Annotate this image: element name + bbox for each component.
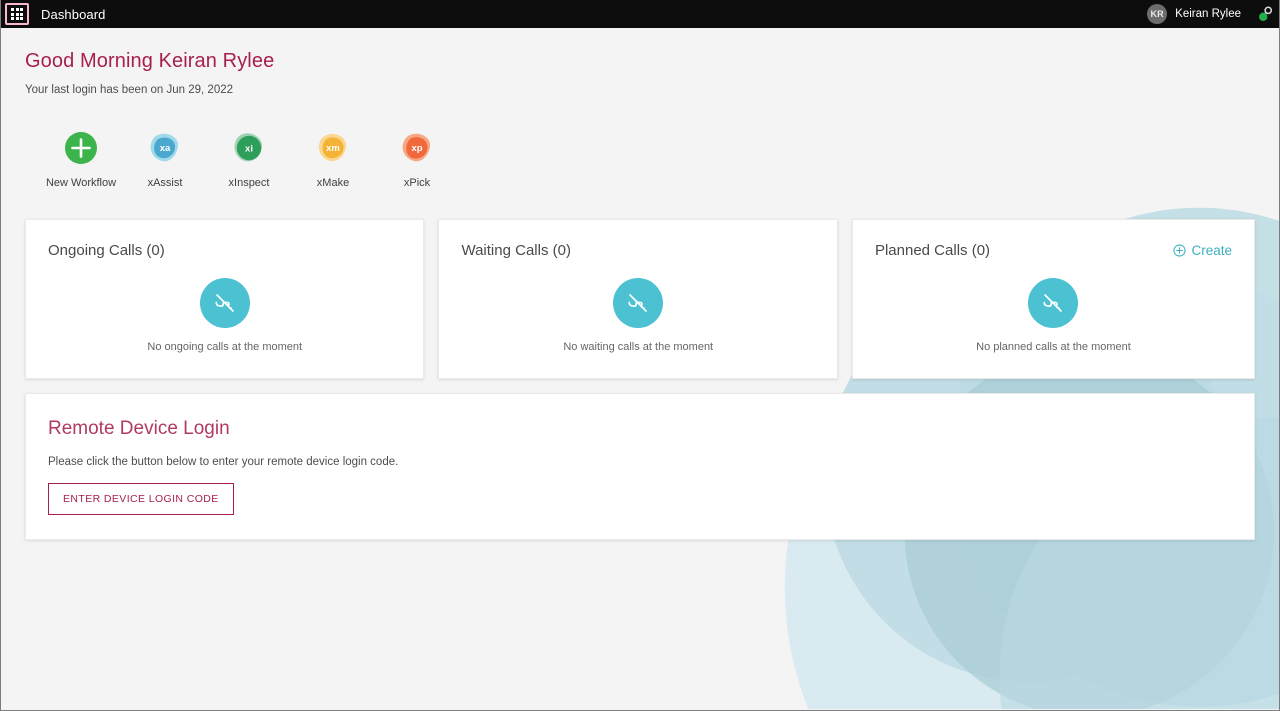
empty-state: No planned calls at the moment (853, 278, 1254, 353)
shortcut-xinspect[interactable]: xi xInspect (207, 128, 291, 189)
connection-status-glyph (1259, 6, 1273, 21)
card-header: Planned Calls (0) Create (875, 242, 1232, 259)
xmake-icon: xm (313, 128, 353, 168)
empty-state-text: No planned calls at the moment (976, 341, 1131, 353)
dashboard-page: Good Morning Keiran Rylee Your last logi… (1, 28, 1279, 710)
shortcut-xpick[interactable]: xp xPick (375, 128, 459, 189)
application-window: Dashboard KR Keiran Rylee Good Morning K… (0, 0, 1280, 711)
plus-circle-icon (61, 128, 101, 168)
xinspect-badge: xi (245, 144, 253, 155)
ongoing-calls-card: Ongoing Calls (0) No ongoing calls at th… (25, 219, 425, 379)
app-shortcuts-row: New Workflow xa xAssist xi xInspect xm x… (25, 128, 1255, 189)
greeting-heading: Good Morning Keiran Rylee (25, 50, 275, 72)
empty-state-text: No ongoing calls at the moment (147, 341, 303, 353)
shortcut-label: xAssist (147, 177, 183, 189)
card-title: Waiting Calls (0) (461, 242, 571, 259)
phone-off-icon (199, 278, 250, 328)
last-login-text: Your last login has been on Jun 29, 2022 (25, 84, 234, 96)
phone-off-icon (1028, 278, 1079, 328)
xinspect-icon: xi (229, 128, 269, 168)
shortcut-label: xMake (316, 177, 350, 189)
shortcut-label: New Workflow (45, 177, 117, 189)
xmake-badge: xm (326, 143, 340, 154)
enter-device-login-code-button[interactable]: ENTER DEVICE LOGIN CODE (48, 483, 234, 515)
empty-state: No waiting calls at the moment (439, 278, 836, 353)
remote-login-description: Please click the button below to enter y… (48, 456, 399, 468)
empty-state: No ongoing calls at the moment (26, 278, 423, 353)
waiting-calls-card: Waiting Calls (0) No waiting calls at th… (438, 219, 838, 379)
card-header: Ongoing Calls (0) (48, 242, 401, 259)
create-planned-call-button[interactable]: Create (1173, 243, 1232, 258)
calls-cards-row: Ongoing Calls (0) No ongoing calls at th… (25, 219, 1255, 379)
avatar[interactable]: KR (1147, 4, 1168, 24)
xpick-icon: xp (397, 128, 437, 168)
connection-status-icon[interactable] (1253, 0, 1279, 28)
shortcut-label: xInspect (228, 177, 270, 189)
phone-off-icon (613, 278, 664, 328)
planned-calls-card: Planned Calls (0) Create No planned call… (851, 219, 1255, 379)
create-label: Create (1191, 243, 1232, 258)
remote-device-login-card: Remote Device Login Please click the but… (25, 393, 1255, 540)
shortcut-new-workflow[interactable]: New Workflow (39, 128, 123, 189)
shortcut-label: xPick (403, 177, 431, 189)
shortcut-xassist[interactable]: xa xAssist (123, 128, 207, 189)
grid-apps-icon (11, 8, 23, 20)
xassist-icon: xa (145, 128, 185, 168)
card-title: Planned Calls (0) (874, 242, 991, 259)
empty-state-text: No waiting calls at the moment (563, 341, 714, 353)
card-title: Ongoing Calls (0) (48, 242, 165, 259)
card-header: Waiting Calls (0) (461, 242, 814, 259)
shortcut-xmake[interactable]: xm xMake (291, 128, 375, 189)
top-navigation-bar: Dashboard KR Keiran Rylee (1, 0, 1279, 28)
xpick-badge: xp (411, 143, 422, 154)
dashboard-content: Good Morning Keiran Rylee Your last logi… (1, 28, 1279, 540)
page-title: Dashboard (41, 6, 106, 22)
app-launcher-button[interactable] (5, 3, 29, 25)
plus-circle-outline-icon (1173, 244, 1187, 257)
remote-login-title: Remote Device Login (48, 418, 230, 439)
username-label[interactable]: Keiran Rylee (1175, 8, 1241, 20)
topbar-user-area: KR Keiran Rylee (1147, 0, 1279, 28)
xassist-badge: xa (160, 143, 171, 154)
